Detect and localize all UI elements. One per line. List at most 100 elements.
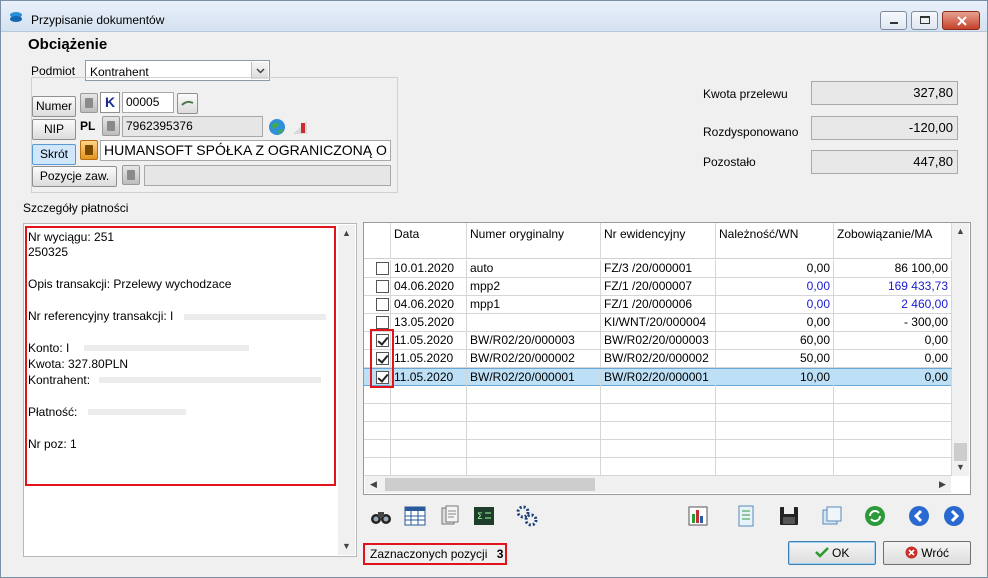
row-checkbox[interactable] <box>376 298 389 311</box>
row-checkbox[interactable] <box>376 280 389 293</box>
table-icon[interactable] <box>403 504 427 528</box>
kwota-label: Kwota przelewu <box>703 87 788 101</box>
numer-button[interactable]: Numer <box>32 96 76 117</box>
column-header-orig[interactable]: Numer oryginalny <box>467 223 601 259</box>
previous-icon[interactable] <box>907 504 931 528</box>
contractor-card-icon[interactable] <box>80 140 98 160</box>
selected-count-label: Zaznaczonych pozycji <box>370 547 488 561</box>
document-icon[interactable] <box>80 93 98 113</box>
empty-cell <box>391 458 467 475</box>
column-header-date[interactable]: Data <box>391 223 467 259</box>
empty-cell <box>716 458 834 475</box>
nip-field[interactable]: 7962395376 <box>122 116 263 137</box>
column-header-ewid[interactable]: Nr ewidencyjny <box>601 223 716 259</box>
globe-icon[interactable] <box>267 117 287 137</box>
lookup-button[interactable] <box>177 93 198 114</box>
cell-orig: BW/R02/20/000002 <box>467 350 601 367</box>
refresh-icon[interactable] <box>863 504 887 528</box>
ok-button[interactable]: OK <box>788 541 876 565</box>
number-field[interactable]: 00005 <box>122 92 174 113</box>
minimize-button[interactable] <box>880 11 907 30</box>
scroll-down-icon[interactable]: ▼ <box>952 459 969 476</box>
scroll-left-icon[interactable]: ◀ <box>365 476 382 493</box>
back-button[interactable]: Wróć <box>883 541 971 565</box>
dialog-window: Przypisanie dokumentów Obciążenie Podmio… <box>0 0 988 578</box>
calculator-icon[interactable]: Σ <box>472 504 496 528</box>
pozycje-button[interactable]: Pozycje zaw. <box>32 166 117 187</box>
binoculars-icon[interactable] <box>369 504 393 528</box>
row-checkbox[interactable] <box>376 262 389 275</box>
cell-wn: 0,00 <box>716 296 834 313</box>
nip-button[interactable]: NIP <box>32 119 76 140</box>
table-row[interactable]: 10.01.2020 auto FZ/3 /20/000001 0,00 86 100,… <box>364 260 952 278</box>
table-row[interactable]: 13.05.2020 KI/WNT/20/000004 0,00- 300,00 <box>364 314 952 332</box>
empty-cell <box>716 386 834 403</box>
table-row[interactable]: 11.05.2020 BW/R02/20/000003 BW/R02/20/0000… <box>364 332 952 350</box>
name-field[interactable]: HUMANSOFT SPÓŁKA Z OGRANICZONĄ O <box>100 140 391 161</box>
save-icon[interactable] <box>777 504 801 528</box>
scroll-right-icon[interactable]: ▶ <box>934 476 951 493</box>
maximize-icon <box>920 16 930 24</box>
empty-cell <box>716 440 834 457</box>
empty-cell <box>364 386 391 403</box>
details-scrollbar[interactable]: ▲ ▼ <box>338 225 355 555</box>
cell-orig <box>467 314 601 331</box>
kwota-value: 327,80 <box>811 81 958 105</box>
spreadsheet-icon[interactable] <box>734 504 758 528</box>
copy-icon[interactable] <box>820 504 844 528</box>
cell-wn: 50,00 <box>716 350 834 367</box>
empty-cell <box>834 440 952 457</box>
next-icon[interactable] <box>942 504 966 528</box>
table-row[interactable]: 11.05.2020 BW/R02/20/000002 BW/R02/20/0000… <box>364 350 952 368</box>
empty-cell <box>834 422 952 439</box>
k-type-indicator: K <box>100 92 120 113</box>
documents-icon[interactable] <box>438 504 462 528</box>
cell-date: 04.06.2020 <box>391 296 467 313</box>
gears-icon[interactable] <box>515 504 539 528</box>
empty-cell <box>601 404 716 421</box>
cell-date: 10.01.2020 <box>391 260 467 277</box>
maximize-button[interactable] <box>911 11 938 30</box>
selected-count-status: Zaznaczonych pozycji 3 <box>363 543 507 565</box>
cell-date: 11.05.2020 <box>391 350 467 367</box>
scroll-up-icon[interactable]: ▲ <box>338 225 355 242</box>
cell-ma: 0,00 <box>834 332 952 349</box>
cell-wn: 0,00 <box>716 278 834 295</box>
nip-document-icon[interactable] <box>102 116 120 136</box>
grid-hscroll[interactable]: ◀ ▶ <box>365 476 951 493</box>
empty-cell <box>391 404 467 421</box>
bar-chart-icon[interactable] <box>686 504 710 528</box>
column-header-select[interactable] <box>364 223 391 259</box>
table-row[interactable]: 04.06.2020 mpp2 FZ/1 /20/000007 0,00 169 433… <box>364 278 952 296</box>
vies-check-icon[interactable] <box>290 117 310 137</box>
column-header-wn[interactable]: Należność/WN <box>716 223 834 259</box>
pozycje-document-icon[interactable] <box>122 165 140 185</box>
close-button[interactable] <box>942 11 980 30</box>
scroll-up-icon[interactable]: ▲ <box>952 223 969 240</box>
grid-hscroll-thumb[interactable] <box>385 478 595 491</box>
empty-cell <box>364 458 391 475</box>
documents-grid[interactable]: Data Numer oryginalny Nr ewidencyjny Nal… <box>363 222 971 495</box>
page-title: Obciążenie <box>28 36 108 53</box>
app-icon <box>10 12 22 22</box>
pozycje-field[interactable] <box>144 165 391 186</box>
empty-cell <box>601 386 716 403</box>
cell-date: 04.06.2020 <box>391 278 467 295</box>
cell-ewid: FZ/3 /20/000001 <box>601 260 716 277</box>
subject-label: Podmiot <box>31 64 76 78</box>
empty-cell <box>601 440 716 457</box>
grid-vscroll[interactable]: ▲ ▼ <box>952 223 969 476</box>
details-label: Szczegóły płatności <box>23 201 129 215</box>
scroll-down-icon[interactable]: ▼ <box>338 538 355 555</box>
empty-cell <box>467 404 601 421</box>
nip-prefix: PL <box>80 119 96 133</box>
column-header-ma[interactable]: Zobowiązanie/MA <box>834 223 952 259</box>
skrot-button[interactable]: Skrót <box>32 144 76 165</box>
cell-orig: BW/R02/20/000001 <box>467 369 601 386</box>
cell-ma: 0,00 <box>834 350 952 367</box>
empty-cell <box>467 386 601 403</box>
table-row[interactable]: 11.05.2020 BW/R02/20/000001 BW/R02/20/0000… <box>364 368 952 386</box>
row-checkbox[interactable] <box>376 316 389 329</box>
table-row[interactable]: 04.06.2020 mpp1 FZ/1 /20/000006 0,00 2 460,0… <box>364 296 952 314</box>
details-highlight-frame <box>25 226 336 486</box>
